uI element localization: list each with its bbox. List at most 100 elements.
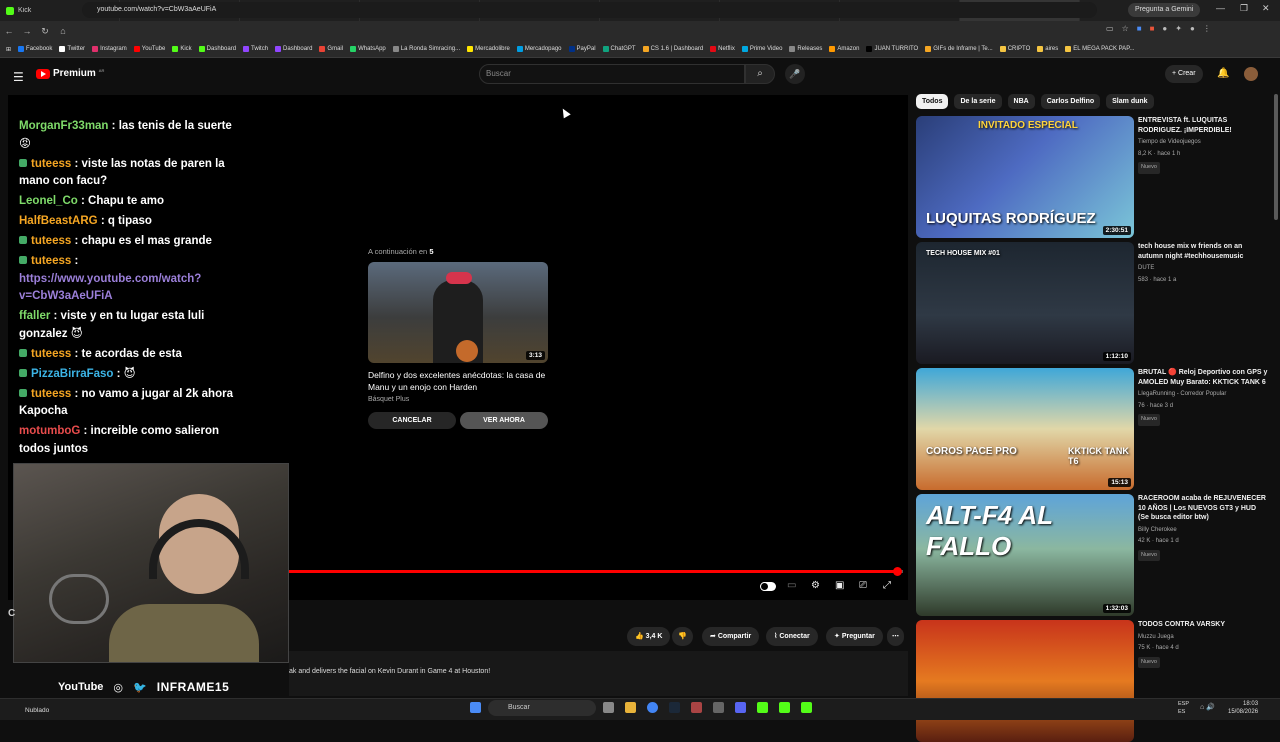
bookmark-item[interactable]: Prime Video <box>741 46 782 52</box>
bookmark-item[interactable]: GIFs de Inframe | Te... <box>925 46 993 52</box>
settings-gear-icon[interactable]: ⚙ <box>811 580 820 591</box>
task-view-icon[interactable] <box>603 702 614 713</box>
filter-chip[interactable]: NBA <box>1007 94 1035 109</box>
extension-icon[interactable]: ● <box>1162 24 1167 33</box>
video-title[interactable]: tech house mix w friends on an autumn ni… <box>1138 242 1268 285</box>
bookmark-item[interactable]: EL MEGA PACK PAP... <box>1065 46 1134 52</box>
avatar[interactable] <box>1244 67 1258 81</box>
video-title[interactable]: BRUTAL 🔴 Reloj Deportivo con GPS y AMOLE… <box>1138 368 1268 426</box>
profile-icon[interactable]: ● <box>1190 24 1195 33</box>
recommended-video[interactable]: TECH HOUSE MIX #01 1:12:10 tech house mix … <box>916 242 1280 364</box>
video-title[interactable]: ENTREVISTA ft. LUQUITAS RODRIGUEZ. ¡IMPE… <box>1138 116 1268 174</box>
video-thumbnail[interactable]: ALT-F4 AL FALLO 1:32:03 <box>916 494 1134 616</box>
bookmark-item[interactable]: Dashboard <box>198 46 236 52</box>
share-button[interactable]: ➦ Compartir <box>702 627 760 646</box>
create-button[interactable]: + Crear <box>1165 65 1203 83</box>
kick-icon[interactable] <box>779 702 790 713</box>
more-actions-icon[interactable]: ⋯ <box>887 627 904 646</box>
video-thumbnail[interactable]: TECH HOUSE MIX #01 1:12:10 <box>916 242 1134 364</box>
up-next-thumbnail[interactable]: 3:13 <box>368 262 548 363</box>
up-next-title[interactable]: Delfino y dos excelentes anécdotas: la c… <box>368 370 553 393</box>
up-next-channel[interactable]: Básquet Plus <box>368 396 409 403</box>
channel-name[interactable]: Billy Cherokee <box>1138 526 1268 536</box>
hamburger-menu-icon[interactable]: ☰ <box>13 70 24 84</box>
back-icon[interactable]: ← <box>0 26 18 36</box>
extension-icon[interactable]: ■ <box>1150 24 1155 33</box>
cast-icon[interactable]: ▭ <box>1106 24 1114 33</box>
subtitles-icon[interactable]: ▭ <box>787 580 796 591</box>
bookmark-item[interactable]: Kick <box>172 46 192 52</box>
weather-widget[interactable]: Nublado <box>25 707 49 714</box>
discord-icon[interactable] <box>735 702 746 713</box>
youtube-logo[interactable]: Premium AR <box>36 68 104 79</box>
channel-name[interactable]: Muzzu Juega <box>1138 633 1268 643</box>
bookmark-item[interactable]: Instagram <box>92 46 127 52</box>
video-thumbnail[interactable]: INVITADO ESPECIAL LUQUITAS RODRÍGUEZ 2:30:… <box>916 116 1134 238</box>
recommended-video[interactable]: TODOS CONTRA VARSKY Muzzu Juega 75 K · hac… <box>916 620 1280 742</box>
watch-now-button[interactable]: VER AHORA <box>460 412 548 429</box>
like-button[interactable]: 👍 3,4 K <box>627 627 671 646</box>
start-icon[interactable] <box>470 702 481 713</box>
filter-chip[interactable]: Todos <box>916 94 949 109</box>
bookmark-item[interactable]: WhatsApp <box>350 46 386 52</box>
bookmark-item[interactable]: Amazon <box>829 46 859 52</box>
search-icon[interactable]: ⌕ <box>745 64 775 84</box>
star-icon[interactable]: ☆ <box>1122 24 1129 33</box>
kick-icon[interactable] <box>801 702 812 713</box>
autoplay-toggle[interactable] <box>760 582 776 591</box>
apps-icon[interactable]: ⊞ <box>6 46 11 53</box>
scrubber-handle[interactable] <box>892 567 902 576</box>
filter-chip[interactable]: Carlos Delfino <box>1040 94 1101 109</box>
close-window-icon[interactable]: ✕ <box>1262 3 1270 14</box>
video-thumbnail[interactable] <box>916 620 1134 742</box>
connect-button[interactable]: ⌇ Conectar <box>766 627 818 646</box>
channel-name[interactable]: LlegaRunning - Corredor Popular <box>1138 390 1268 400</box>
recommended-video[interactable]: ALT-F4 AL FALLO 1:32:03 RACEROOM acaba de … <box>916 494 1280 616</box>
system-tray-icons[interactable]: ⌂ 🔊 <box>1200 703 1215 711</box>
recommended-video[interactable]: INVITADO ESPECIAL LUQUITAS RODRÍGUEZ 2:30:… <box>916 116 1280 238</box>
language-indicator[interactable]: ESP ES <box>1178 700 1189 716</box>
miniplayer-icon[interactable]: ▣ <box>835 580 844 591</box>
kick-icon[interactable] <box>757 702 768 713</box>
bookmark-item[interactable]: Twitch <box>243 46 268 52</box>
more-icon[interactable]: ⋮ <box>1203 24 1211 33</box>
notifications-bell-icon[interactable]: 🔔 <box>1217 68 1229 79</box>
app-icon[interactable] <box>713 702 724 713</box>
channel-name[interactable]: Tiempo de Videojuegos <box>1138 138 1268 148</box>
video-title[interactable]: RACEROOM acaba de REJUVENECER 10 AÑOS | … <box>1138 494 1268 561</box>
recommended-video[interactable]: KKTICK TANK T6 COROS PACE PRO 15:13 BRUTAL … <box>916 368 1280 490</box>
bookmark-item[interactable]: YouTube <box>133 46 165 52</box>
extensions-icon[interactable]: ✦ <box>1175 24 1182 33</box>
chat-link[interactable]: https://www.youtube.com/watch?v=CbW3aAeU… <box>19 273 201 303</box>
bookmark-item[interactable]: Facebook <box>18 46 52 52</box>
filter-chip[interactable]: Slam dunk <box>1106 94 1154 109</box>
steam-icon[interactable] <box>669 702 680 713</box>
bookmark-item[interactable]: Gmail <box>319 46 343 52</box>
bookmark-item[interactable]: CRIPTO <box>999 46 1030 52</box>
video-thumbnail[interactable]: KKTICK TANK T6 COROS PACE PRO 15:13 <box>916 368 1134 490</box>
microphone-icon[interactable]: 🎤 <box>785 64 805 84</box>
home-icon[interactable]: ⌂ <box>54 26 72 36</box>
bookmark-item[interactable]: PayPal <box>568 46 596 52</box>
chrome-icon[interactable] <box>647 702 658 713</box>
extension-icon[interactable]: ■ <box>1137 24 1142 33</box>
taskbar-search[interactable]: Buscar <box>488 700 596 716</box>
search-input[interactable]: Buscar <box>479 64 745 84</box>
bookmark-item[interactable]: JUAN TURRITO <box>866 46 918 52</box>
maximize-icon[interactable]: ❐ <box>1240 3 1248 14</box>
ask-button[interactable]: ✦ Preguntar <box>826 627 883 646</box>
cancel-button[interactable]: CANCELAR <box>368 412 456 429</box>
url-field[interactable]: youtube.com/watch?v=CbW3aAeUFiA <box>82 2 1097 18</box>
scrollbar[interactable] <box>1274 94 1278 220</box>
app-icon[interactable] <box>691 702 702 713</box>
video-title[interactable]: TODOS CONTRA VARSKY Muzzu Juega 75 K · hac… <box>1138 620 1268 668</box>
file-explorer-icon[interactable] <box>625 702 636 713</box>
bookmark-item[interactable]: Netflix <box>710 46 735 52</box>
bookmark-item[interactable]: CS 1.6 | Dashboard <box>642 46 703 52</box>
progress-bar[interactable] <box>289 567 903 576</box>
bookmark-item[interactable]: Mercadolibre <box>467 46 510 52</box>
fullscreen-icon[interactable]: ⤢ <box>883 580 891 591</box>
description-box[interactable]: ak and delivers the facial on Kevin Dura… <box>289 651 908 696</box>
clock[interactable]: 18:03 15/08/2026 <box>1228 700 1258 716</box>
minimize-icon[interactable]: — <box>1216 3 1225 13</box>
